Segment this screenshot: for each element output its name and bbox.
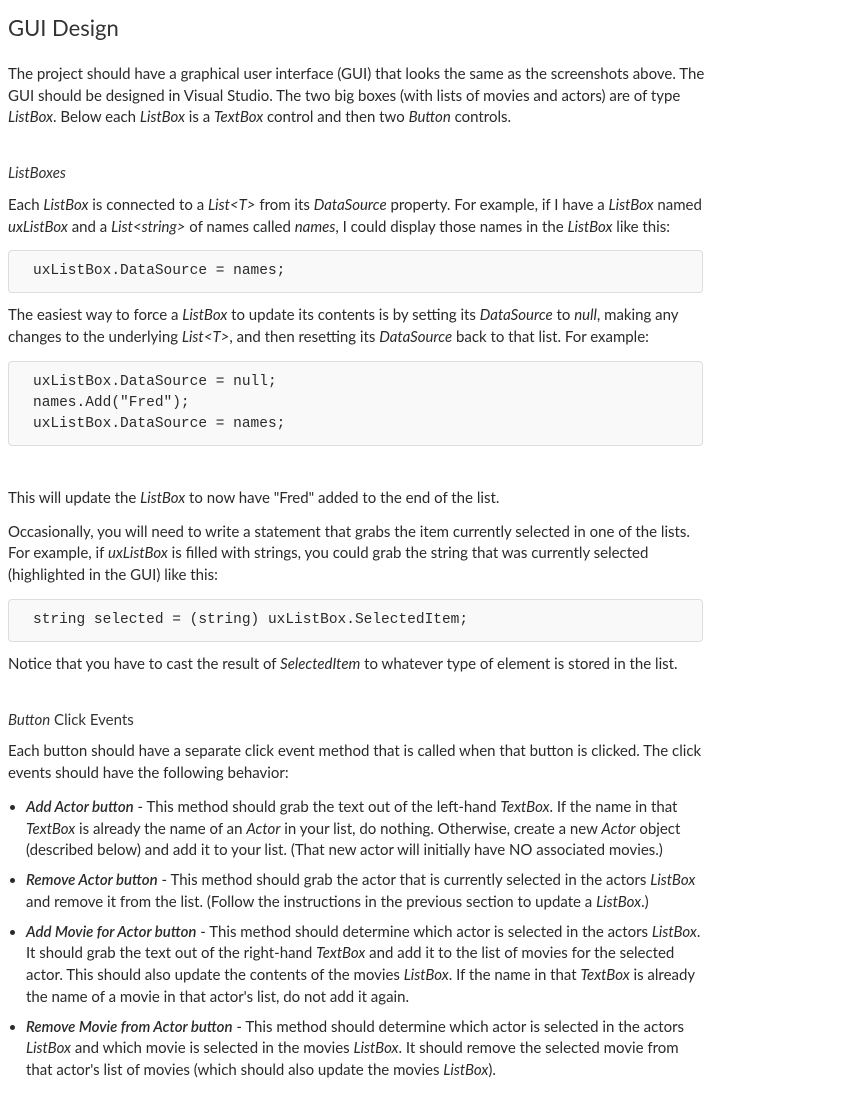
text: The project should have a graphical user… <box>8 65 704 105</box>
text: and a <box>68 218 111 236</box>
text: to now have "Fred" added to the end of t… <box>185 489 499 507</box>
text: - This method should determine which act… <box>233 1018 685 1036</box>
list-item: Remove Movie from Actor button - This me… <box>26 1017 708 1082</box>
text: to update its contents is by setting its <box>227 306 480 324</box>
term-datasource: DataSource <box>314 196 387 214</box>
heading-listboxes: ListBoxes <box>8 163 843 185</box>
term-textbox: TextBox <box>26 820 75 838</box>
term-listbox: ListBox <box>140 108 185 126</box>
text: is connected to a <box>88 196 208 214</box>
code-block-2: uxListBox.DataSource = null; names.Add("… <box>8 361 703 446</box>
item-title: Add Movie for Actor button <box>26 923 196 941</box>
term-listbox: ListBox <box>650 871 695 889</box>
list-item: Add Movie for Actor button - This method… <box>26 922 708 1009</box>
list-item: Remove Actor button - This method should… <box>26 870 708 914</box>
text: . If the name in that <box>550 798 678 816</box>
code-block-3: string selected = (string) uxListBox.Sel… <box>8 599 703 642</box>
term-listbox: ListBox <box>609 196 654 214</box>
text: to <box>553 306 575 324</box>
term-textbox: TextBox <box>214 108 263 126</box>
term-listbox: ListBox <box>652 923 697 941</box>
term-listbox: ListBox <box>567 218 612 236</box>
page-title: GUI Design <box>8 12 843 44</box>
text: property. For example, if I have a <box>387 196 609 214</box>
item-title: Remove Movie from Actor button <box>26 1018 233 1036</box>
term-textbox: TextBox <box>580 966 629 984</box>
term-listbox: ListBox <box>354 1039 399 1057</box>
term-listbox: ListBox <box>443 1061 488 1079</box>
code-block-1: uxListBox.DataSource = names; <box>8 250 703 293</box>
term-actor: Actor <box>246 820 280 838</box>
term-textbox: TextBox <box>316 944 365 962</box>
item-title: Add Actor button <box>26 798 134 816</box>
term-null: null <box>574 306 597 324</box>
text: . If the name in that <box>449 966 581 984</box>
text: and remove it from the list. (Follow the… <box>26 893 596 911</box>
term-listbox: ListBox <box>8 108 53 126</box>
list-item: Add Actor button - This method should gr… <box>26 797 708 862</box>
term-listbox: ListBox <box>404 966 449 984</box>
term-names: names <box>295 218 336 236</box>
listbox-paragraph-2: The easiest way to force a ListBox to up… <box>8 305 708 349</box>
text: and which movie is selected in the movie… <box>71 1039 353 1057</box>
text: controls. <box>451 108 511 126</box>
term-datasource: DataSource <box>379 328 452 346</box>
text: The easiest way to force a <box>8 306 182 324</box>
term-actor: Actor <box>601 820 635 838</box>
text: - This method should grab the actor that… <box>158 871 651 889</box>
term-listbox: ListBox <box>182 306 227 324</box>
term-listbox: ListBox <box>43 196 88 214</box>
text: - This method should grab the text out o… <box>134 798 501 816</box>
term-list-t: List<T> <box>208 196 255 214</box>
text: ). <box>488 1061 496 1079</box>
text: to whatever type of element is stored in… <box>360 655 677 673</box>
text: control and then two <box>263 108 408 126</box>
text: Notice that you have to cast the result … <box>8 655 280 673</box>
text: . Below each <box>53 108 140 126</box>
text: of names called <box>185 218 294 236</box>
text: Button <box>8 711 50 729</box>
text: named <box>654 196 702 214</box>
listbox-paragraph-1: Each ListBox is connected to a List<T> f… <box>8 195 708 239</box>
term-list-string: List<string> <box>111 218 185 236</box>
text: back to that list. For example: <box>452 328 649 346</box>
button-events-intro: Each button should have a separate click… <box>8 741 708 785</box>
text: This will update the <box>8 489 140 507</box>
item-title: Remove Actor button <box>26 871 158 889</box>
spacer <box>8 458 843 488</box>
listbox-paragraph-5: Notice that you have to cast the result … <box>8 654 708 676</box>
text: in your list, do nothing. Otherwise, cre… <box>280 820 601 838</box>
term-uxlistbox: uxListBox <box>108 544 168 562</box>
text: - This method should determine which act… <box>196 923 651 941</box>
term-listbox: ListBox <box>140 489 185 507</box>
term-listbox: ListBox <box>596 893 641 911</box>
heading-button-click-events: Button Click Events <box>8 710 843 732</box>
text: like this: <box>612 218 670 236</box>
term-uxlistbox: uxListBox <box>8 218 68 236</box>
button-events-list: Add Actor button - This method should gr… <box>8 797 708 1082</box>
text: Click Events <box>50 711 134 729</box>
term-listbox: ListBox <box>26 1039 71 1057</box>
term-datasource: DataSource <box>480 306 553 324</box>
text: , and then resetting its <box>229 328 379 346</box>
term-textbox: TextBox <box>500 798 549 816</box>
text: Each <box>8 196 43 214</box>
intro-paragraph: The project should have a graphical user… <box>8 64 708 129</box>
term-list-t: List<T> <box>182 328 229 346</box>
listbox-paragraph-4: Occasionally, you will need to write a s… <box>8 522 708 587</box>
term-button: Button <box>409 108 451 126</box>
term-selecteditem: SelectedItem <box>280 655 360 673</box>
listbox-paragraph-3: This will update the ListBox to now have… <box>8 488 708 510</box>
text: .) <box>641 893 649 911</box>
text: , I could display those names in the <box>335 218 567 236</box>
text: is already the name of an <box>75 820 246 838</box>
text: from its <box>255 196 313 214</box>
text: is a <box>185 108 214 126</box>
